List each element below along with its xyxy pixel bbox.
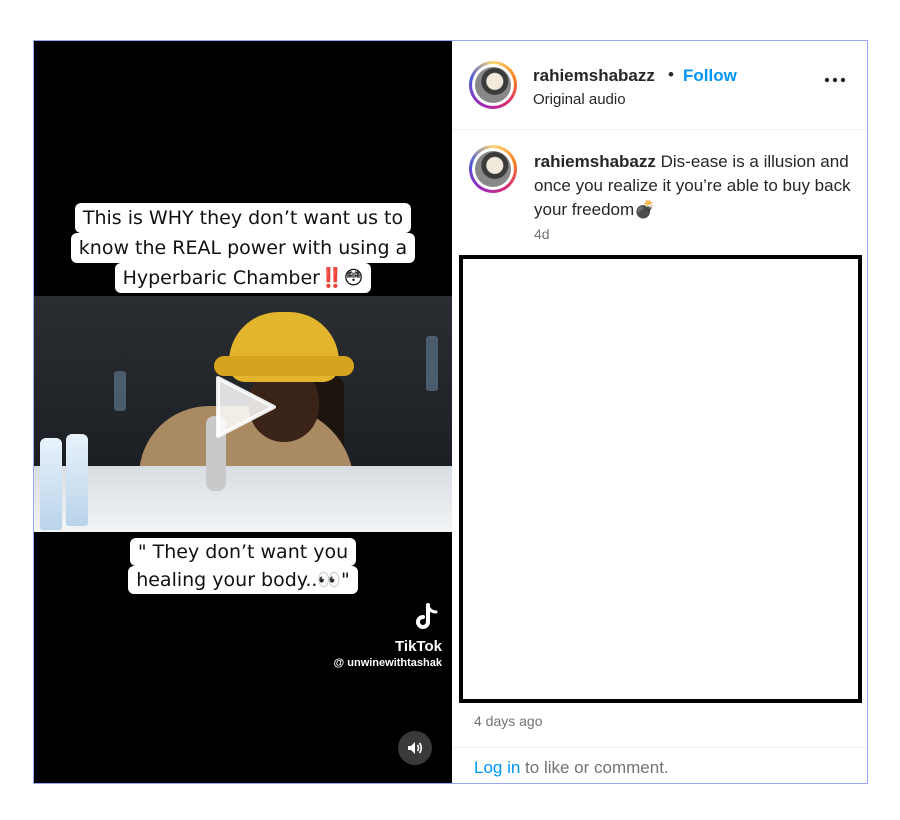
post-embed: This is WHY they don’t want us to know t… — [33, 40, 868, 784]
caption-top-line: Hyperbaric Chamber‼️😳 — [114, 263, 372, 293]
post-details-panel: rahiemshabazz • Follow Original audio ra… — [452, 41, 867, 783]
caption-top: This is WHY they don’t want us to know t… — [34, 203, 452, 293]
login-link[interactable]: Log in — [474, 758, 520, 777]
volume-icon — [408, 742, 423, 754]
tiktok-label: TikTok — [395, 638, 442, 655]
comment-username[interactable]: rahiemshabazz — [534, 152, 656, 171]
username-link[interactable]: rahiemshabazz — [533, 66, 655, 86]
comment-timestamp[interactable]: 4d — [534, 226, 550, 242]
more-options-icon[interactable] — [824, 75, 846, 85]
avatar[interactable] — [469, 145, 517, 193]
avatar[interactable] — [469, 61, 517, 109]
caption-top-line: This is WHY they don’t want us to — [74, 203, 412, 233]
avatar-image — [475, 67, 511, 103]
caption-bottom-line: healing your body..👀" — [128, 566, 358, 594]
login-prompt: Log in to like or comment. — [474, 758, 669, 778]
tiktok-icon — [416, 603, 438, 629]
table-surface — [34, 466, 452, 532]
post-footer: Log in to like or comment. — [452, 747, 867, 783]
video-player[interactable]: This is WHY they don’t want us to know t… — [34, 41, 452, 783]
separator-dot: • — [668, 65, 674, 84]
follow-button[interactable]: Follow — [683, 66, 737, 86]
post-date[interactable]: 4 days ago — [474, 713, 543, 729]
caption-bottom-line: " They don’t want you — [129, 538, 357, 566]
comment-text: rahiemshabazz Dis-ease is a illusion and… — [534, 150, 854, 222]
play-icon[interactable] — [210, 372, 280, 442]
volume-button[interactable] — [398, 731, 432, 765]
blank-content-area — [459, 255, 862, 703]
audio-label[interactable]: Original audio — [533, 91, 626, 108]
avatar-image — [475, 151, 511, 187]
tiktok-handle: @ unwinewithtashak — [333, 657, 442, 669]
wall-light — [114, 371, 126, 411]
wall-light — [426, 336, 438, 391]
caption-top-line: know the REAL power with using a — [70, 233, 416, 263]
water-bottle — [40, 438, 62, 530]
post-header: rahiemshabazz • Follow Original audio — [452, 41, 867, 130]
login-prompt-text: to like or comment. — [520, 758, 669, 777]
caption-comment: rahiemshabazz Dis-ease is a illusion and… — [452, 130, 867, 250]
water-bottle — [66, 434, 88, 526]
caption-bottom: " They don’t want you healing your body.… — [34, 538, 452, 594]
